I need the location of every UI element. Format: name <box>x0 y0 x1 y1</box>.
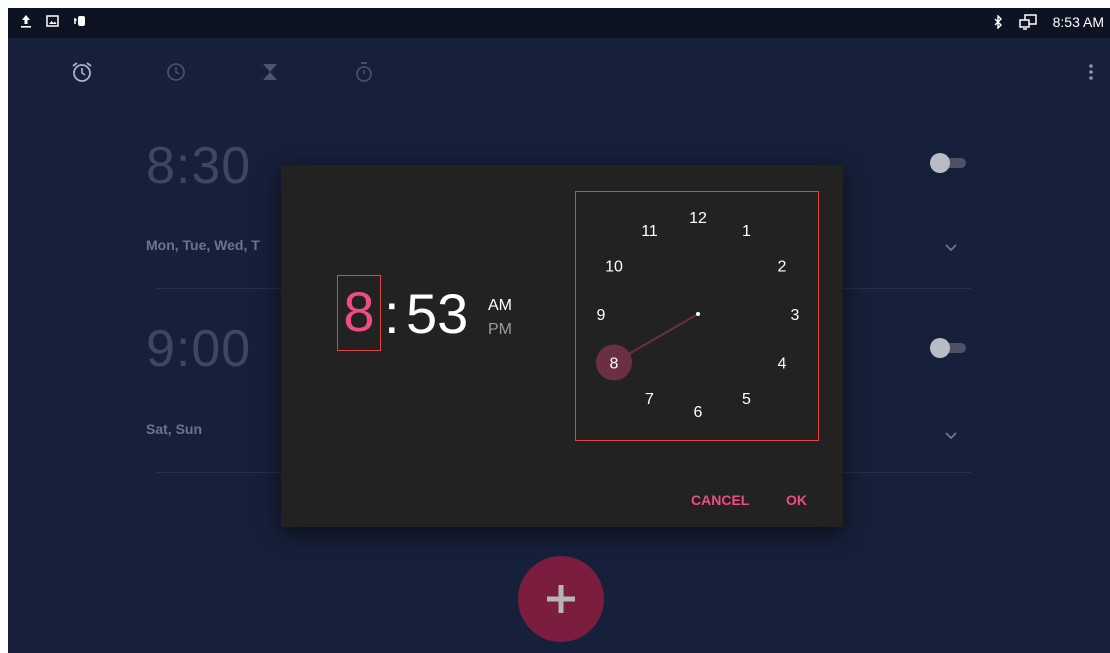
clock-number-11[interactable]: 11 <box>641 223 658 240</box>
add-alarm-button[interactable] <box>518 556 604 642</box>
clock-number-7[interactable]: 7 <box>645 391 654 408</box>
ok-button[interactable]: OK <box>786 492 807 508</box>
stopwatch-tab-icon[interactable] <box>352 60 376 84</box>
bluetooth-icon <box>993 15 1003 29</box>
clock-tab-icon[interactable] <box>164 60 188 84</box>
screen-cast-icon <box>1018 14 1037 30</box>
clock-number-2[interactable]: 2 <box>778 259 787 276</box>
status-time: 8:53 AM <box>1052 14 1104 30</box>
alarm-toggle[interactable] <box>930 338 970 358</box>
chevron-down-icon[interactable] <box>944 428 958 446</box>
clock-number-9[interactable]: 9 <box>597 307 606 324</box>
time-picker-dialog: 8 : 53 AM PM 12 1 2 3 4 5 6 7 8 9 10 11 CANCEL OK <box>281 165 843 527</box>
cancel-button[interactable]: CANCEL <box>691 492 749 508</box>
time-separator: : <box>384 282 400 345</box>
screen: 8:53 AM 8:30 Mon, Tue, Wed, T 9:00 Sat, … <box>8 8 1110 653</box>
clock-number-1[interactable]: 1 <box>742 223 751 240</box>
clock-face[interactable]: 12 1 2 3 4 5 6 7 8 9 10 11 <box>575 191 819 441</box>
clock-number-3[interactable]: 3 <box>791 307 800 324</box>
image-icon <box>46 15 59 27</box>
chevron-down-icon[interactable] <box>944 240 958 258</box>
alarm-days: Sat, Sun <box>146 421 203 437</box>
clock-dial[interactable]: 121234567891011 <box>576 192 820 442</box>
timer-tab-icon[interactable] <box>258 60 282 84</box>
upload-icon <box>20 14 32 28</box>
clock-number-6[interactable]: 6 <box>694 404 703 421</box>
pm-toggle[interactable]: PM <box>488 321 512 339</box>
alarm-time[interactable]: 9:00 <box>146 319 251 379</box>
clock-number-12[interactable]: 12 <box>689 210 707 227</box>
minute-display[interactable]: 53 <box>406 278 468 350</box>
clock-number-10[interactable]: 10 <box>605 259 623 276</box>
clock-number-8[interactable]: 8 <box>610 356 619 373</box>
alarm-days: Mon, Tue, Wed, T <box>146 237 260 253</box>
am-toggle[interactable]: AM <box>488 297 512 315</box>
status-bar: 8:53 AM <box>8 8 1110 38</box>
alarm-time[interactable]: 8:30 <box>146 136 251 196</box>
clock-number-5[interactable]: 5 <box>742 391 751 408</box>
toggle-thumb <box>930 153 950 173</box>
usb-debug-icon <box>73 14 87 28</box>
clock-center-dot <box>696 312 700 316</box>
clock-number-4[interactable]: 4 <box>778 356 787 373</box>
plus-icon <box>547 585 575 613</box>
hour-display[interactable]: 8 <box>337 275 381 351</box>
overflow-menu-icon[interactable] <box>1088 62 1094 87</box>
tab-bar <box>70 60 376 84</box>
toggle-thumb <box>930 338 950 358</box>
alarm-toggle[interactable] <box>930 153 970 173</box>
alarm-tab-icon[interactable] <box>70 60 94 84</box>
